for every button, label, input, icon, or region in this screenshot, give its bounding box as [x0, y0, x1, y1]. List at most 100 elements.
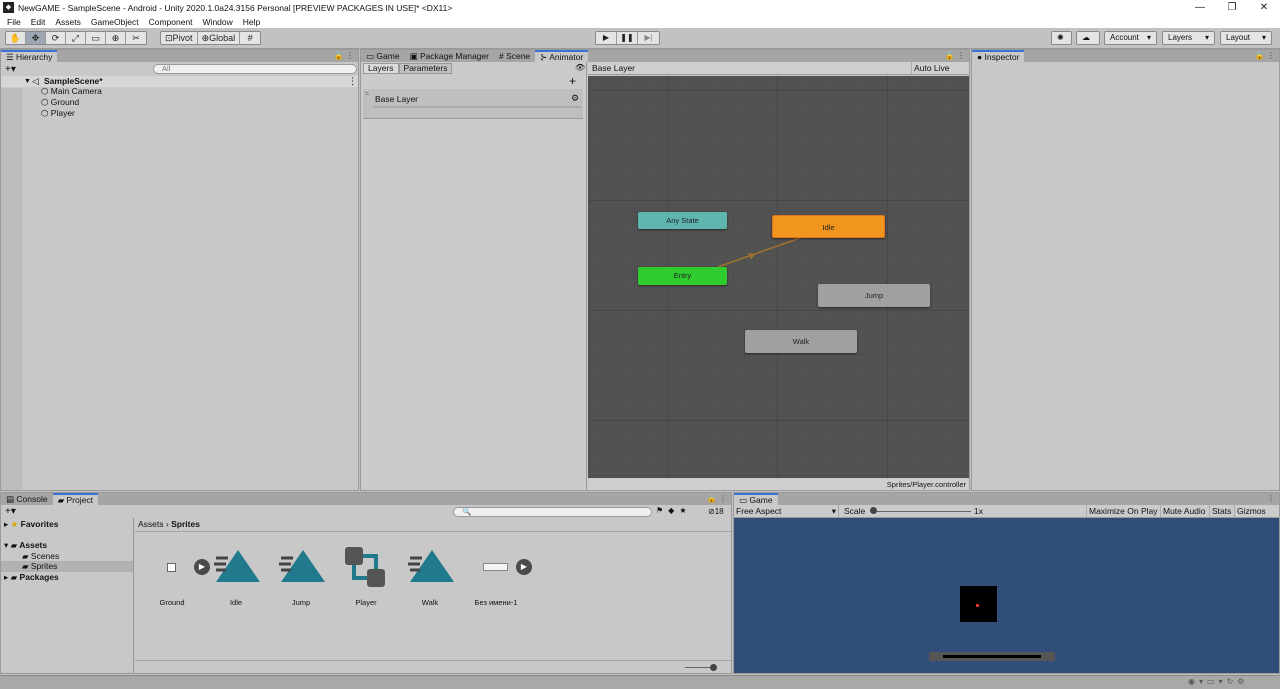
eye-icon[interactable]: 👁: [575, 63, 585, 72]
state-any-state[interactable]: Any State: [638, 212, 727, 229]
tab-package-manager[interactable]: ▣ Package Manager: [405, 50, 494, 62]
menu-file[interactable]: File: [2, 17, 26, 27]
play-icon[interactable]: ▶: [596, 32, 617, 44]
menu-window[interactable]: Window: [198, 17, 238, 27]
breadcrumb-sprites[interactable]: Sprites: [171, 519, 200, 529]
stats-button[interactable]: Stats: [1209, 505, 1233, 517]
expand-arrow-icon[interactable]: ▼: [24, 76, 31, 87]
tab-game[interactable]: ▭ Game: [361, 50, 405, 62]
sprite-thumbnail-icon: [167, 563, 176, 572]
tree-sprites[interactable]: ▰ Sprites: [1, 561, 133, 572]
cloud-icon[interactable]: ☁: [1076, 31, 1100, 45]
tree-scenes[interactable]: ▰ Scenes: [22, 551, 59, 562]
pivot-button[interactable]: ⊡Pivot: [161, 32, 198, 44]
maximize-on-play-button[interactable]: Maximize On Play: [1086, 505, 1160, 517]
pause-icon[interactable]: ❚❚: [617, 32, 638, 44]
hierarchy-search-input[interactable]: All: [153, 64, 357, 74]
hand-tool-icon[interactable]: ✋: [6, 32, 26, 44]
mute-audio-button[interactable]: Mute Audio: [1160, 505, 1208, 517]
folder-icon: ▰: [10, 540, 20, 550]
step-icon[interactable]: ▶|: [638, 32, 659, 44]
state-jump[interactable]: Jump: [818, 284, 930, 307]
chevron-right-icon: ›: [165, 519, 169, 529]
scale-tool-icon[interactable]: ⤢: [66, 32, 86, 44]
panel-menu-icon[interactable]: 🔒 ⋮: [334, 50, 354, 62]
drag-handle-icon[interactable]: =: [365, 91, 369, 98]
gizmos-button[interactable]: Gizmos: [1234, 505, 1268, 517]
minimize-icon[interactable]: —: [1184, 0, 1216, 15]
tree-packages[interactable]: ▸ ▰ Packages: [4, 572, 59, 583]
gameobject-icon: ⬡: [41, 97, 51, 107]
custom-tool-icon[interactable]: ✂: [126, 32, 146, 44]
aspect-dropdown[interactable]: Free Aspect ▾: [734, 505, 839, 517]
rect-tool-icon[interactable]: ▭: [86, 32, 106, 44]
tab-inspector[interactable]: ● Inspector: [972, 50, 1025, 62]
project-breadcrumb: Assets › Sprites: [135, 518, 731, 532]
grid-snap-icon[interactable]: #: [240, 32, 260, 44]
player-sprite: [960, 586, 997, 622]
project-search-input[interactable]: 🔍: [453, 507, 652, 517]
tree-assets[interactable]: ▾ ▰ Assets: [4, 540, 47, 551]
state-walk[interactable]: Walk: [745, 330, 857, 353]
menu-help[interactable]: Help: [238, 17, 265, 27]
expand-play-icon[interactable]: ▶: [516, 559, 532, 575]
game-toolbar: Free Aspect ▾ Scale 1x Maximize On Play M…: [734, 505, 1279, 518]
close-icon[interactable]: ✕: [1248, 0, 1280, 15]
animator-graph-header: Base Layer Auto Live Link: [588, 62, 969, 85]
controller-path: Sprites/Player.controller: [588, 479, 969, 490]
inspector-panel: ● Inspector 🔒 ⋮: [971, 49, 1280, 491]
transform-tool-icon[interactable]: ⊕: [106, 32, 126, 44]
breadcrumb[interactable]: Base Layer: [592, 63, 635, 73]
panel-menu-icon[interactable]: 🔒 ⋮: [1255, 50, 1275, 62]
tab-console[interactable]: ▤ Console: [1, 493, 53, 505]
visibility-icon: ⊘: [708, 507, 715, 516]
scale-slider-handle[interactable]: [870, 507, 877, 514]
tab-project[interactable]: ▰ Project: [52, 493, 98, 505]
state-entry[interactable]: Entry: [638, 267, 727, 285]
animation-clip-icon: [279, 550, 325, 582]
animator-icon: ⊱: [540, 52, 550, 62]
tab-parameters[interactable]: Parameters: [398, 63, 453, 74]
game-panel: ▭ Game ⋮ Free Aspect ▾ Scale 1x Maximize …: [733, 492, 1280, 674]
create-asset-button[interactable]: +▾: [5, 506, 16, 517]
menu-assets[interactable]: Assets: [50, 17, 86, 27]
move-tool-icon[interactable]: ✥: [26, 32, 46, 44]
tab-layers[interactable]: Layers: [363, 63, 399, 74]
tab-game-view[interactable]: ▭ Game: [734, 493, 778, 505]
account-dropdown[interactable]: Account ▾: [1104, 31, 1157, 45]
hierarchy-item-player[interactable]: ⬡ Player: [41, 108, 75, 119]
menu-edit[interactable]: Edit: [26, 17, 51, 27]
state-idle[interactable]: Idle: [772, 215, 885, 238]
slider-handle[interactable]: [710, 664, 717, 671]
panel-menu-icon[interactable]: ⋮: [1267, 493, 1275, 505]
add-layer-icon[interactable]: +: [569, 75, 576, 87]
menu-gameobject[interactable]: GameObject: [86, 17, 144, 27]
scale-slider[interactable]: [871, 511, 971, 512]
tab-scene[interactable]: # Scene: [494, 50, 535, 62]
create-button[interactable]: +▾: [5, 64, 16, 75]
layout-dropdown[interactable]: Layout ▾: [1220, 31, 1272, 45]
restore-icon[interactable]: ❐: [1216, 0, 1248, 15]
global-button[interactable]: ⊕Global: [198, 32, 241, 44]
status-icons[interactable]: ◉▾▭▾↻⚙: [1188, 677, 1248, 686]
collab-icon[interactable]: ✺: [1051, 31, 1072, 45]
tab-animator[interactable]: ⊱ Animator: [535, 50, 589, 62]
hierarchy-item-main-camera[interactable]: ⬡ Main Camera: [41, 86, 102, 97]
project-filter-icons[interactable]: ⚑◆★: [656, 506, 692, 515]
menu-component[interactable]: Component: [144, 17, 198, 27]
panel-menu-icon[interactable]: 🔒 ⋮: [707, 493, 727, 505]
scene-menu-icon[interactable]: ⋮: [348, 76, 357, 87]
hierarchy-item-ground[interactable]: ⬡ Ground: [41, 97, 79, 108]
auto-live-link-button[interactable]: Auto Live Link: [911, 62, 969, 85]
expand-play-icon[interactable]: ▶: [194, 559, 210, 575]
ground-line: [943, 655, 1041, 658]
gear-icon[interactable]: ⚙: [571, 93, 579, 104]
tree-favorites[interactable]: ▸ ★ Favorites: [4, 519, 58, 530]
layers-dropdown[interactable]: Layers ▾: [1162, 31, 1215, 45]
breadcrumb-assets[interactable]: Assets: [138, 519, 164, 529]
rotate-tool-icon[interactable]: ⟳: [46, 32, 66, 44]
panel-menu-icon[interactable]: 🔒 ⋮: [945, 50, 965, 62]
layer-item-base[interactable]: = Base Layer ⚙: [363, 89, 583, 119]
tab-hierarchy[interactable]: ☰ Hierarchy: [1, 50, 58, 62]
pivot-label: Pivot: [172, 33, 193, 43]
